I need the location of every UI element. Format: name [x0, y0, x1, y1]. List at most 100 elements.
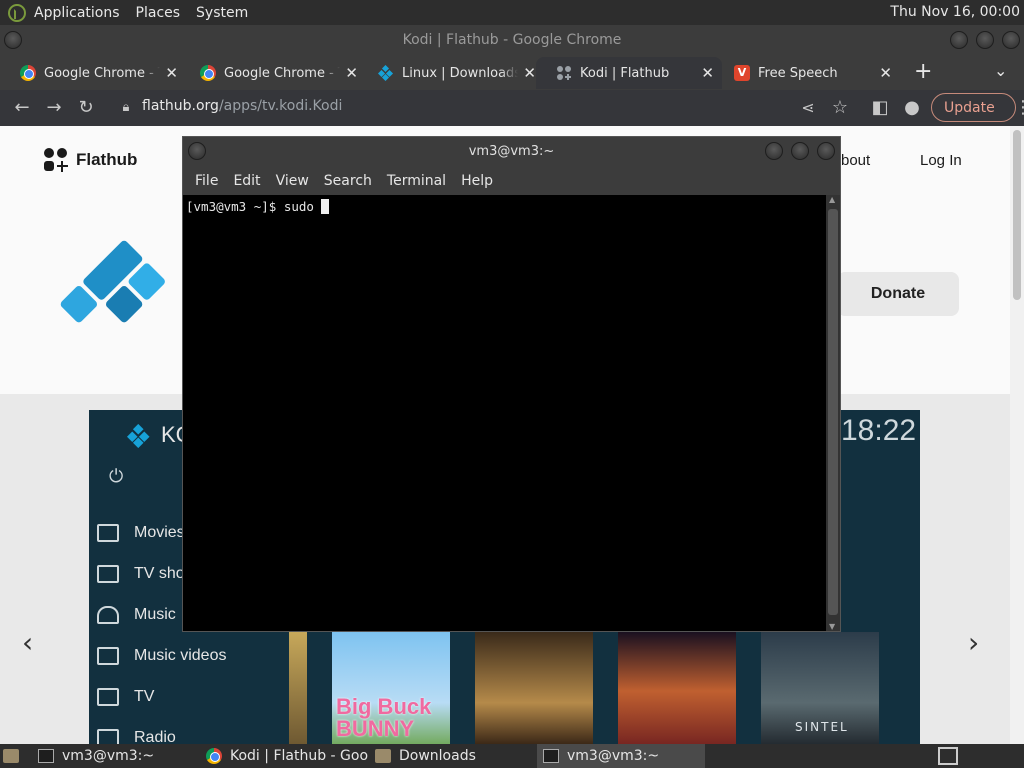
tab-kodi-flathub[interactable]: Kodi | Flathub ✕	[536, 57, 722, 89]
tab-google-chrome-2[interactable]: Google Chrome - Th ✕	[180, 57, 366, 89]
maximize-icon[interactable]	[791, 142, 809, 160]
menu-terminal[interactable]: Terminal	[385, 173, 448, 189]
tv-shows-icon	[97, 565, 119, 583]
share-icon[interactable]: ⋖	[796, 96, 820, 120]
music-videos-icon	[97, 647, 119, 665]
tab-linux-downloads[interactable]: Linux | Downloads | ✕	[358, 57, 544, 89]
panel-clock[interactable]: Thu Nov 16, 00:00	[890, 0, 1020, 25]
terminal-title: vm3@vm3:~	[468, 144, 555, 159]
close-icon[interactable]	[817, 142, 835, 160]
kodi-menu-label: TV	[134, 688, 155, 705]
close-icon[interactable]	[1002, 31, 1020, 49]
system-menu[interactable]: System	[188, 0, 256, 25]
gnome-foot-icon[interactable]	[8, 3, 26, 22]
tab-label: Linux | Downloads |	[402, 65, 518, 81]
more-menu-icon[interactable]: ⋮	[1014, 96, 1024, 120]
menu-edit[interactable]: Edit	[231, 173, 262, 189]
taskbar-label: Kodi | Flathub - Goo...	[230, 748, 368, 764]
profile-avatar-icon[interactable]: ●	[900, 96, 924, 120]
tab-strip: Google Chrome - Th ✕ Google Chrome - Th …	[0, 55, 1024, 90]
bookmark-star-icon[interactable]: ☆	[828, 96, 852, 120]
headphones-icon	[97, 606, 119, 624]
terminal-menubar: File Edit View Search Terminal Help	[183, 167, 840, 195]
kodi-menu-label: Music videos	[134, 647, 227, 664]
new-tab-icon[interactable]: +	[914, 59, 932, 84]
carousel-prev-icon[interactable]: ‹	[22, 626, 33, 659]
taskbar-label: Downloads	[399, 748, 476, 764]
tab-search-chevron-icon[interactable]: ⌄	[994, 61, 1007, 80]
back-icon[interactable]: ←	[10, 96, 34, 120]
terminal-prompt-line: [vm3@vm3 ~]$ sudo	[186, 199, 330, 214]
kodi-menu-movies: Movies	[97, 524, 185, 542]
tab-close-icon[interactable]: ✕	[523, 64, 536, 82]
update-button[interactable]: Update	[931, 93, 1016, 122]
kodi-menu-radio: Radio	[97, 729, 176, 744]
tab-google-chrome-1[interactable]: Google Chrome - Th ✕	[0, 57, 186, 89]
chrome-window-title: Kodi | Flathub - Google Chrome	[402, 32, 622, 48]
flathub-logo[interactable]: Flathub	[44, 148, 137, 172]
tab-free-speech[interactable]: V Free Speech ✕	[714, 57, 900, 89]
scroll-down-icon[interactable]: ▼	[829, 622, 835, 631]
lock-icon[interactable]: 🔒︎	[114, 96, 138, 120]
page-scrollbar[interactable]	[1010, 126, 1024, 744]
taskbar-item-chrome[interactable]: Kodi | Flathub - Goo...	[200, 744, 368, 768]
browser-toolbar: ← → ↻ 🔒︎ flathub.org/apps/tv.kodi.Kodi ⋖…	[0, 90, 1024, 126]
text-cursor	[321, 199, 330, 214]
forward-icon[interactable]: →	[42, 96, 66, 120]
terminal-output[interactable]: [vm3@vm3 ~]$ sudo	[183, 195, 826, 631]
carousel-next-icon[interactable]: ›	[968, 626, 979, 659]
kodi-small-icon	[127, 424, 150, 448]
nav-login[interactable]: Log In	[920, 152, 962, 169]
taskbar-label: vm3@vm3:~	[567, 748, 660, 764]
taskbar-label: vm3@vm3:~	[62, 748, 155, 764]
address-bar[interactable]: flathub.org/apps/tv.kodi.Kodi	[142, 98, 342, 114]
scroll-up-icon[interactable]: ▲	[829, 195, 835, 204]
chrome-icon	[206, 748, 222, 764]
terminal-scrollbar-thumb[interactable]	[828, 209, 838, 615]
poster-big-buck-bunny: Big Buck BUNNY	[332, 632, 450, 744]
minimize-icon[interactable]	[765, 142, 783, 160]
tab-close-icon[interactable]: ✕	[701, 64, 714, 82]
terminal-icon	[38, 749, 54, 763]
kodi-menu-music: Music	[97, 606, 176, 624]
tab-close-icon[interactable]: ✕	[165, 64, 178, 82]
flathub-logo-text: Flathub	[76, 150, 138, 169]
minimize-icon[interactable]	[950, 31, 968, 49]
show-desktop-icon[interactable]	[3, 749, 19, 763]
poster-title: Big Buck BUNNY	[336, 694, 432, 741]
chrome-window-titlebar[interactable]: Kodi | Flathub - Google Chrome	[0, 25, 1024, 55]
applications-menu[interactable]: Applications	[26, 0, 128, 25]
page-scrollbar-thumb[interactable]	[1013, 130, 1021, 300]
menu-file[interactable]: File	[193, 173, 220, 189]
terminal-scrollbar[interactable]: ▲ ▼	[826, 195, 840, 631]
poster-title: SINTEL	[795, 720, 849, 734]
tab-close-icon[interactable]: ✕	[879, 64, 892, 82]
taskbar-item-terminal-active[interactable]: vm3@vm3:~	[537, 744, 705, 768]
tab-label: Google Chrome - Th	[224, 65, 340, 81]
terminal-window: vm3@vm3:~ File Edit View Search Terminal…	[182, 136, 841, 632]
kodi-menu-tv: TV	[97, 688, 154, 706]
reload-icon[interactable]: ↻	[74, 96, 98, 120]
kodi-icon	[378, 65, 394, 81]
url-host: flathub.org	[142, 98, 219, 114]
taskbar-item-downloads[interactable]: Downloads	[369, 744, 537, 768]
donate-button[interactable]: Donate	[837, 272, 959, 316]
window-menu-icon[interactable]	[4, 31, 22, 49]
menu-help[interactable]: Help	[459, 173, 495, 189]
terminal-titlebar[interactable]: vm3@vm3:~	[183, 137, 840, 167]
window-menu-icon[interactable]	[188, 142, 206, 160]
workspace-switcher-icon[interactable]	[938, 747, 958, 765]
taskbar-item-terminal[interactable]: vm3@vm3:~	[32, 744, 200, 768]
nav-about[interactable]: bout	[841, 152, 870, 169]
menu-search[interactable]: Search	[322, 173, 374, 189]
poster-movie-2	[475, 632, 593, 744]
maximize-icon[interactable]	[976, 31, 994, 49]
places-menu[interactable]: Places	[128, 0, 189, 25]
chrome-icon	[200, 65, 216, 81]
kodi-menu-tv-shows: TV sho	[97, 565, 185, 583]
tab-close-icon[interactable]: ✕	[345, 64, 358, 82]
side-panel-icon[interactable]: ◧	[868, 96, 892, 120]
menu-view[interactable]: View	[274, 173, 311, 189]
power-icon: ⏻	[109, 466, 124, 487]
radio-icon	[97, 729, 119, 744]
